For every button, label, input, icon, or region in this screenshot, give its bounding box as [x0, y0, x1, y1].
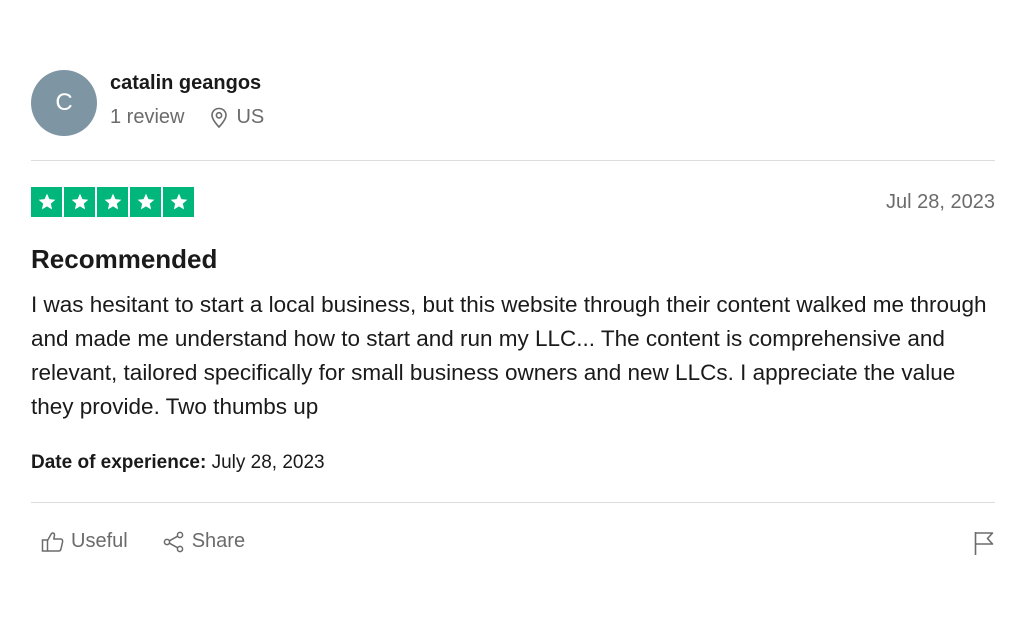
country: US [236, 106, 265, 128]
star-icon [64, 187, 95, 217]
useful-label: Useful [71, 530, 128, 552]
review-title[interactable]: Recommended [31, 244, 217, 275]
star-rating [31, 187, 194, 217]
share-icon [163, 531, 184, 552]
reviewer-meta: 1 review US [110, 106, 264, 129]
divider [31, 160, 995, 161]
review-card: C catalin geangos 1 review US Jul 28, 20… [31, 0, 995, 620]
experience-date: July 28, 2023 [211, 452, 325, 473]
share-label: Share [191, 530, 246, 552]
flag-icon [974, 532, 994, 555]
review-body: I was hesitant to start a local business… [31, 292, 987, 419]
avatar[interactable]: C [31, 70, 97, 136]
review-actions: Useful Share [41, 530, 245, 553]
star-icon [97, 187, 128, 217]
star-icon [163, 187, 194, 217]
divider [31, 502, 995, 503]
useful-button[interactable]: Useful [41, 530, 128, 553]
thumbs-up-icon [41, 531, 64, 552]
star-icon [31, 187, 62, 217]
review-date: Jul 28, 2023 [886, 191, 995, 213]
reviewer-header: C catalin geangos 1 review US [31, 68, 995, 138]
map-pin-icon [211, 107, 228, 128]
reviewer-name[interactable]: catalin geangos [110, 72, 261, 95]
experience-label: Date of experience: [31, 452, 207, 473]
date-of-experience: Date of experience: July 28, 2023 [31, 452, 325, 474]
report-flag-button[interactable] [973, 530, 995, 561]
share-button[interactable]: Share [162, 530, 245, 553]
star-icon [130, 187, 161, 217]
reviewer-location: US [210, 106, 264, 129]
review-count: 1 review [110, 106, 185, 128]
